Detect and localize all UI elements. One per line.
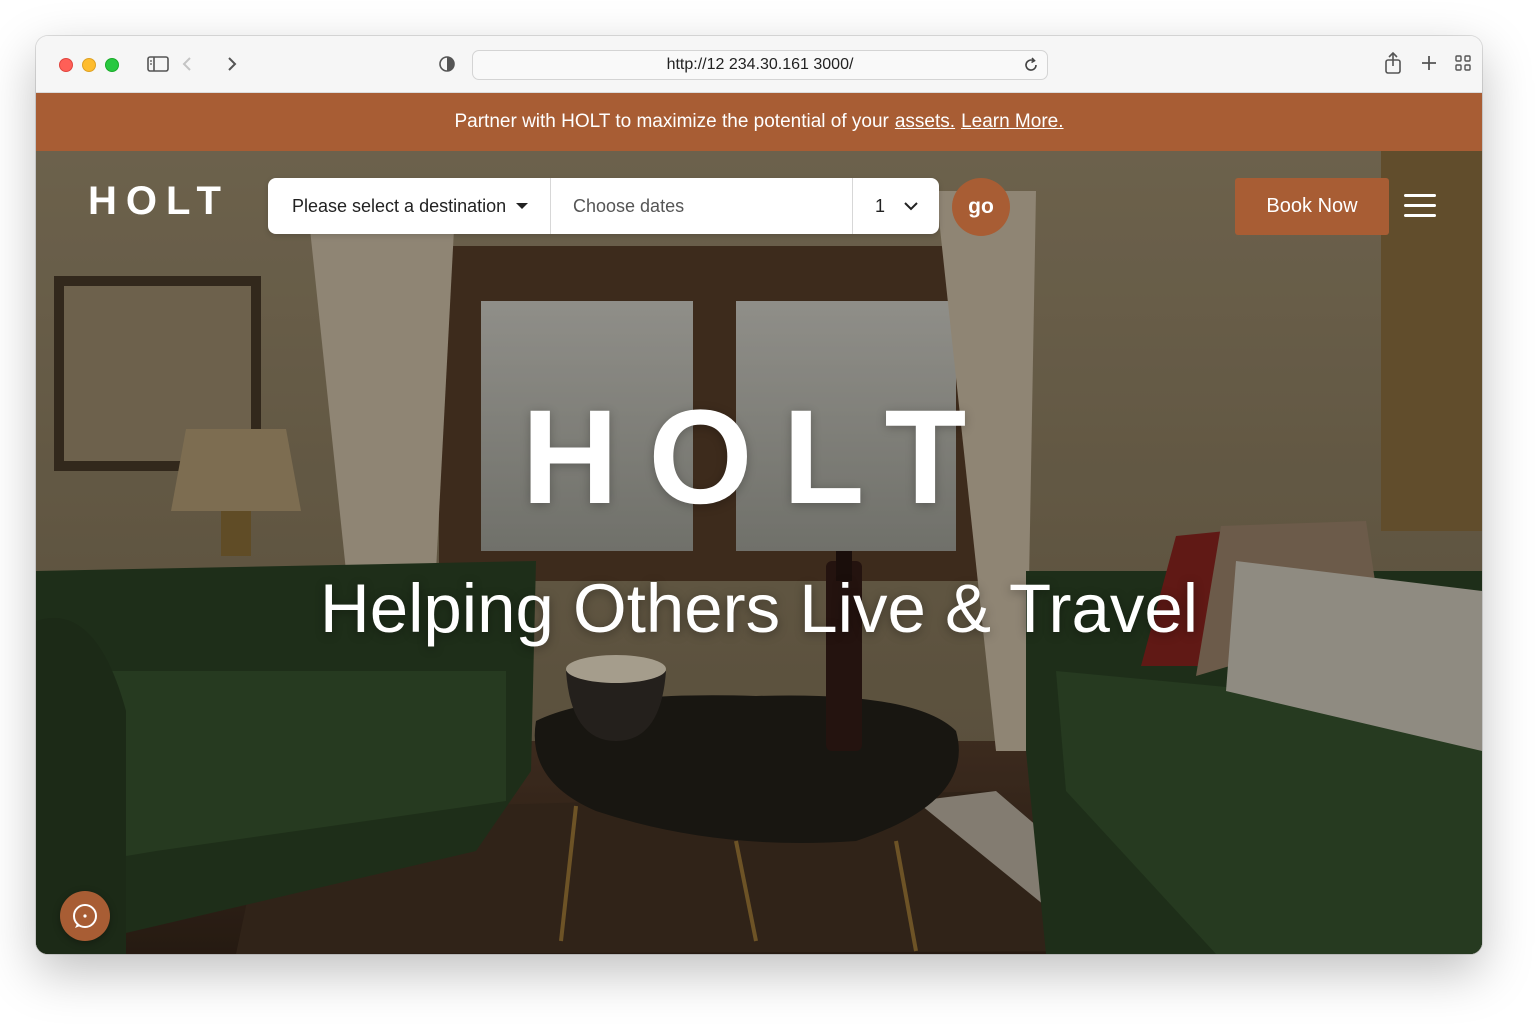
site-logo[interactable]: HOLT [88, 179, 230, 224]
assets-link[interactable]: assets. [895, 111, 955, 133]
hamburger-icon[interactable] [1404, 194, 1436, 218]
caret-down-icon [516, 203, 529, 209]
chevron-right-icon[interactable] [225, 54, 239, 74]
chevron-left-icon[interactable] [180, 54, 194, 74]
promo-banner: Partner with HOLT to maximize the potent… [36, 93, 1482, 151]
share-icon[interactable] [1382, 51, 1404, 75]
chevron-down-icon [904, 202, 918, 211]
grid-icon[interactable] [1454, 54, 1472, 72]
close-window-button[interactable] [59, 58, 73, 72]
hero-subtitle: Helping Others Live & Travel [319, 570, 1199, 647]
dates-placeholder: Choose dates [573, 195, 685, 216]
hero-title: HOLT [521, 383, 997, 532]
chat-button[interactable] [60, 891, 110, 941]
go-button[interactable]: go [952, 178, 1010, 236]
dates-picker[interactable]: Choose dates [551, 178, 853, 234]
plus-icon[interactable] [1420, 54, 1438, 72]
destination-placeholder: Please select a destination [292, 195, 507, 216]
learn-more-link[interactable]: Learn More. [961, 111, 1063, 133]
promo-text: Partner with HOLT to maximize the potent… [454, 111, 889, 132]
address-bar[interactable]: http://12 234.30.161 3000/ [472, 50, 1048, 80]
destination-select[interactable]: Please select a destination [268, 178, 551, 234]
chat-icon [73, 904, 97, 928]
reload-icon[interactable] [1021, 55, 1041, 75]
browser-window: http://12 234.30.161 3000/ Partner with … [36, 36, 1482, 954]
book-now-button[interactable]: Book Now [1235, 178, 1389, 235]
zoom-window-button[interactable] [105, 58, 119, 72]
guests-value: 1 [875, 195, 886, 216]
browser-toolbar: http://12 234.30.161 3000/ [36, 36, 1482, 93]
url-text: http://12 234.30.161 3000/ [666, 56, 854, 73]
sidebar-icon[interactable] [146, 52, 170, 76]
hero-section: HOLT Please select a destination Choose … [36, 151, 1482, 954]
booking-search-bar: Please select a destination Choose dates… [268, 178, 939, 234]
minimize-window-button[interactable] [82, 58, 96, 72]
shield-icon[interactable] [436, 54, 458, 74]
hero-overlay [36, 151, 1482, 954]
guests-select[interactable]: 1 [853, 178, 939, 234]
